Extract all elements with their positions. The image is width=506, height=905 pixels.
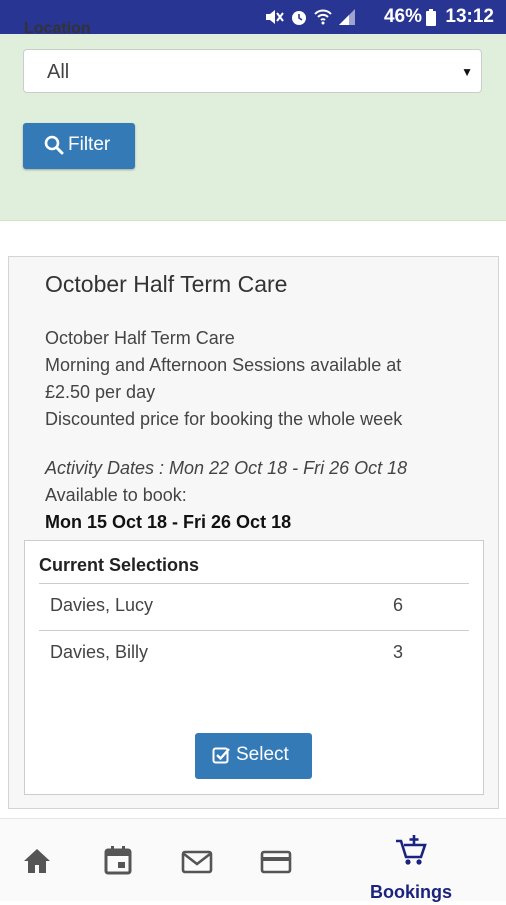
selections-title: Current Selections — [39, 555, 200, 575]
selection-row: Davies, Billy 3 — [39, 630, 469, 678]
alarm-icon — [292, 11, 306, 25]
selection-row: Davies, Lucy 6 — [39, 583, 469, 631]
select-button[interactable]: Select — [195, 733, 312, 779]
caret-down-icon: ▼ — [461, 65, 473, 79]
signal-icon — [339, 9, 355, 25]
battery-icon — [426, 9, 436, 26]
status-icons — [264, 8, 356, 26]
description-line: £2.50 per day — [45, 382, 156, 402]
selection-name: Davies, Billy — [50, 642, 149, 662]
credit-card-icon — [260, 850, 292, 874]
location-label: Location — [24, 20, 91, 37]
available-range: Mon 15 Oct 18 - Fri 26 Oct 18 — [45, 512, 292, 532]
location-select[interactable]: All ▼ — [23, 49, 482, 93]
battery-percent: 46% — [383, 6, 422, 27]
clock: 13:12 — [445, 6, 494, 27]
available-label: Available to book: — [45, 485, 187, 505]
activity-dates: Activity Dates : Mon 22 Oct 18 - Fri 26 … — [45, 458, 408, 478]
description-line: Discounted price for booking the whole w… — [45, 409, 403, 429]
select-button-label: Select — [236, 744, 289, 765]
activity-description: October Half Term Care Morning and After… — [45, 325, 485, 433]
filter-button[interactable]: Filter — [23, 123, 135, 169]
current-selections: Current Selections Davies, Lucy 6 Davies… — [24, 540, 484, 795]
check-square-icon — [212, 747, 230, 764]
location-select-value: All — [47, 61, 70, 83]
activity-title: October Half Term Care — [45, 271, 288, 297]
nav-home[interactable] — [22, 847, 52, 880]
nav-bookings[interactable]: Bookings — [368, 833, 454, 905]
bottom-nav: Bookings — [0, 818, 506, 902]
nav-messages[interactable] — [181, 849, 213, 880]
wifi-icon — [314, 9, 332, 25]
filter-panel: Location All ▼ Filter — [0, 20, 506, 221]
search-icon — [44, 135, 64, 155]
selection-count: 3 — [393, 642, 404, 662]
nav-payments[interactable] — [260, 849, 292, 880]
nav-calendar[interactable] — [103, 845, 133, 880]
filter-button-label: Filter — [68, 134, 111, 155]
activity-card: October Half Term Care October Half Term… — [8, 256, 499, 809]
calendar-icon — [104, 846, 132, 875]
mail-icon — [181, 850, 213, 874]
selection-count: 6 — [393, 595, 404, 615]
description-line: October Half Term Care — [45, 328, 235, 348]
cart-add-icon — [396, 835, 427, 865]
selection-name: Davies, Lucy — [50, 595, 154, 615]
home-icon — [24, 849, 50, 873]
mute-icon — [266, 10, 284, 24]
description-line: Morning and Afternoon Sessions available… — [45, 355, 402, 375]
